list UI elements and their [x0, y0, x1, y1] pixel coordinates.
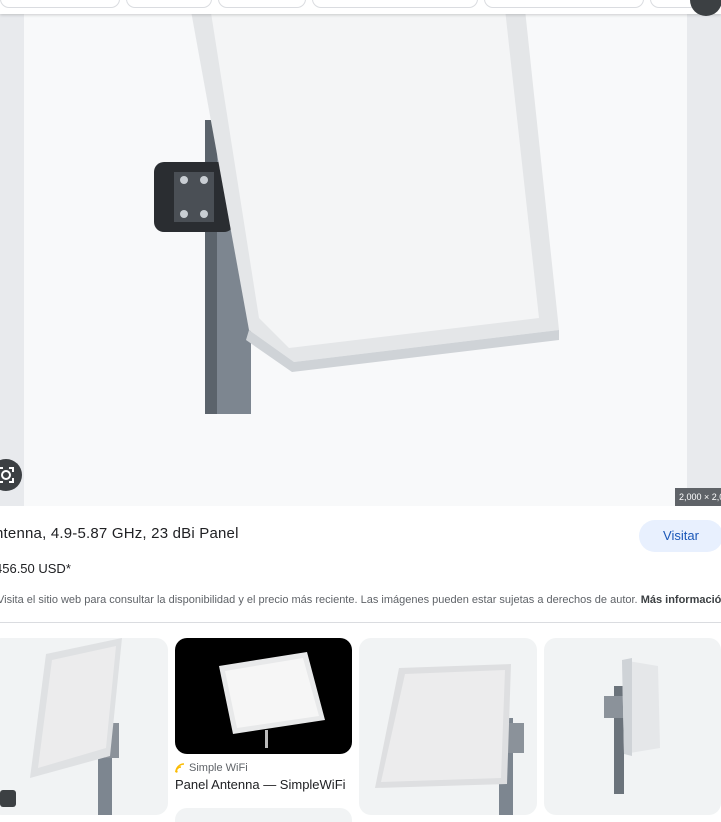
copyright-disclaimer: Visita el sitio web para consultar la di… — [0, 594, 721, 606]
chip[interactable] — [312, 0, 478, 8]
related-image-card[interactable] — [544, 638, 721, 815]
chip[interactable] — [0, 0, 120, 8]
panel-antenna-image — [30, 638, 122, 815]
result-title[interactable]: ntenna, 4.9-5.87 GHz, 23 dBi Panel — [0, 525, 239, 542]
panel-antenna-image — [375, 664, 524, 815]
chip[interactable] — [484, 0, 644, 8]
shopping-tag-icon — [0, 790, 16, 807]
source-name: Simple WiFi — [189, 762, 248, 774]
chip[interactable] — [218, 0, 306, 8]
visit-button[interactable]: Visitar — [639, 520, 721, 552]
result-source: Simple WiFi — [175, 762, 248, 774]
source-favicon-icon — [175, 763, 185, 773]
chip[interactable] — [126, 0, 212, 8]
related-result-title[interactable]: Panel Antenna — SimpleWiFi — [175, 777, 346, 792]
panel-antenna-image — [604, 658, 660, 794]
panel-antenna-image — [219, 652, 325, 748]
preview-image-area[interactable] — [24, 0, 687, 506]
disclaimer-text: Visita el sitio web para consultar la di… — [0, 594, 638, 606]
related-image-card[interactable] — [359, 638, 537, 815]
lens-search-button[interactable] — [0, 459, 22, 491]
result-price: 456.50 USD* — [0, 561, 71, 576]
divider — [0, 622, 721, 623]
related-image-card[interactable] — [175, 808, 352, 822]
related-image-card[interactable] — [0, 638, 168, 815]
lens-icon — [0, 467, 14, 483]
image-dimensions-badge: 2,000 × 2,000 — [675, 488, 721, 506]
image-preview: 2,000 × 2,000 — [0, 0, 721, 506]
more-info-link[interactable]: Más información — [641, 594, 721, 606]
related-image-card[interactable] — [175, 638, 352, 754]
panel-antenna-image — [154, 0, 559, 414]
related-chips-strip — [0, 0, 721, 14]
